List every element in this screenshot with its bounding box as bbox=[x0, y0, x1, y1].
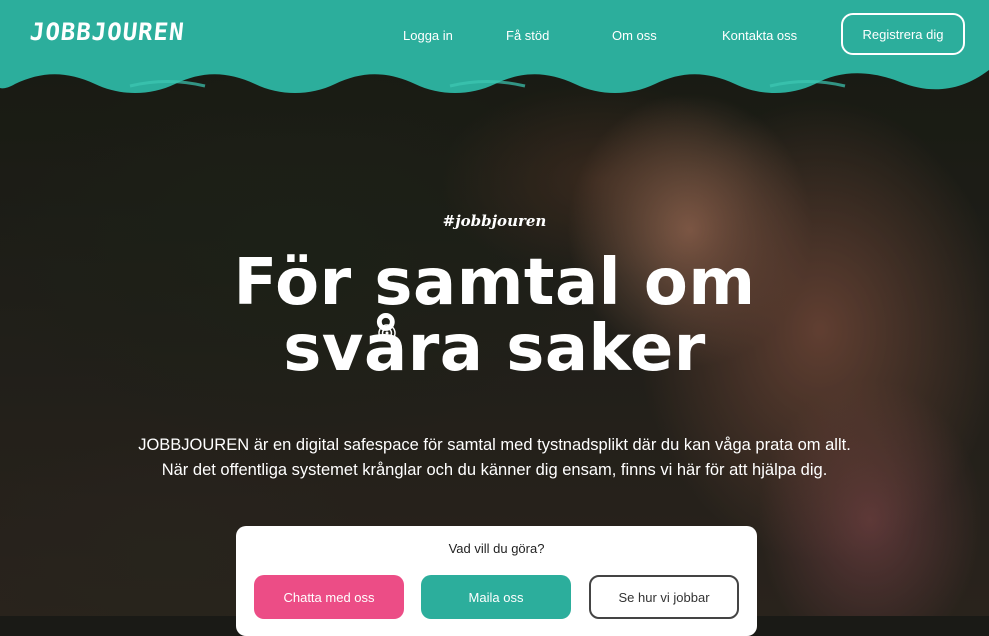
see-how-we-work-button[interactable]: Se hur vi jobbar bbox=[589, 575, 739, 619]
description-line-1: JOBBJOUREN är en digital safespace för s… bbox=[138, 436, 851, 454]
nav-login[interactable]: Logga in bbox=[403, 28, 453, 43]
headline-line-2: svåra saker bbox=[283, 312, 706, 386]
nav-get-support[interactable]: Få stöd bbox=[506, 28, 549, 43]
register-button[interactable]: Registrera dig bbox=[841, 13, 965, 55]
logo[interactable]: JOBBJOUREN bbox=[29, 18, 186, 46]
cursor-target-icon bbox=[378, 324, 396, 342]
nav-about-us[interactable]: Om oss bbox=[612, 28, 657, 43]
hero-description: JOBBJOUREN är en digital safespace för s… bbox=[0, 433, 989, 483]
site-header: JOBBJOUREN Logga in Få stöd Om oss Konta… bbox=[0, 0, 989, 96]
action-card-title: Vad vill du göra? bbox=[448, 541, 545, 556]
action-card: Vad vill du göra? Chatta med oss Maila o… bbox=[236, 526, 757, 636]
chat-with-us-button[interactable]: Chatta med oss bbox=[254, 575, 404, 619]
header-wave-background bbox=[0, 0, 989, 93]
page-title: För samtal om svåra saker bbox=[0, 250, 989, 382]
headline-line-1: För samtal om bbox=[233, 246, 756, 320]
mail-us-button[interactable]: Maila oss bbox=[421, 575, 571, 619]
nav-contact[interactable]: Kontakta oss bbox=[722, 28, 797, 43]
hashtag: #jobbjouren bbox=[442, 212, 547, 230]
description-line-2: När det offentliga systemet krånglar och… bbox=[161, 461, 828, 479]
